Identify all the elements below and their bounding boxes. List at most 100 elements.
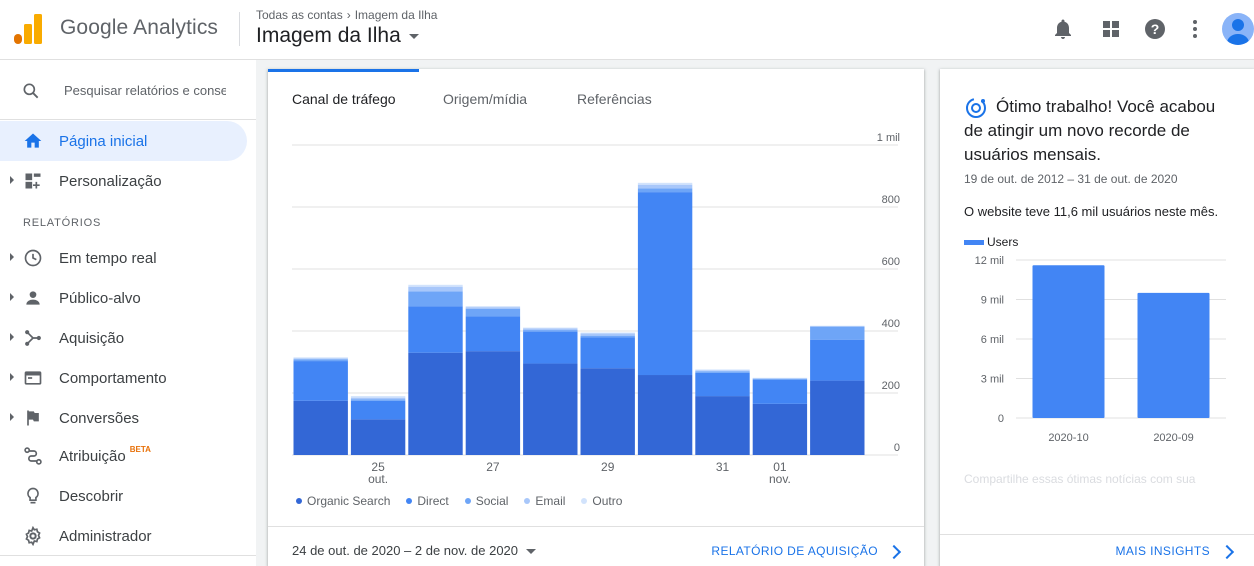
tab-traffic-channel[interactable]: Canal de tráfego: [292, 91, 396, 107]
y-tick-label: 12 mil: [975, 255, 1004, 267]
bar-segment-email[interactable]: [293, 358, 348, 360]
chevron-right-icon[interactable]: [886, 544, 902, 560]
more-vert-icon[interactable]: [1183, 17, 1207, 41]
bar-segment-direct[interactable]: [408, 306, 463, 353]
google-analytics-logo[interactable]: [14, 14, 42, 44]
bar-segment-social[interactable]: [810, 326, 865, 340]
bar-segment-email[interactable]: [350, 397, 406, 400]
bar-segment-social[interactable]: [637, 188, 693, 193]
help-icon[interactable]: ?: [1143, 17, 1167, 41]
legend-item[interactable]: Direct: [406, 494, 449, 508]
tab-referrals[interactable]: Referências: [577, 91, 652, 107]
breadcrumb-accounts[interactable]: Todas as contas: [256, 8, 343, 22]
bar-segment-direct[interactable]: [580, 337, 635, 369]
sidebar-item-label: Página inicial: [59, 133, 148, 150]
bar-segment-organic-search[interactable]: [580, 368, 635, 455]
sidebar-item-audience[interactable]: Público-alvo: [0, 278, 248, 318]
sidebar-item-attribution[interactable]: Atribuição BETA: [0, 436, 248, 476]
sidebar-item-behavior[interactable]: Comportamento: [0, 358, 248, 398]
bar-segment-social[interactable]: [580, 335, 635, 338]
tab-source-medium[interactable]: Origem/mídia: [443, 91, 527, 107]
sidebar-item-admin[interactable]: Administrador: [0, 516, 248, 556]
breadcrumb-property[interactable]: Imagem da Ilha: [355, 8, 438, 22]
bar-segment-outro[interactable]: [695, 369, 750, 371]
active-tab-indicator: [268, 69, 419, 72]
acquisition-icon: [25, 330, 41, 346]
chevron-right-icon[interactable]: [1219, 544, 1235, 560]
bar-segment-direct[interactable]: [465, 316, 521, 352]
expand-arrow-icon: [10, 333, 14, 341]
bar-segment-social[interactable]: [293, 359, 348, 362]
legend-item[interactable]: Organic Search: [296, 494, 390, 508]
sidebar-item-customization[interactable]: Personalização: [0, 161, 248, 201]
bar-segment-organic-search[interactable]: [637, 375, 693, 455]
bar-segment-outro[interactable]: [637, 182, 693, 185]
bar-segment-direct[interactable]: [293, 361, 348, 401]
bar-segment-outro[interactable]: [580, 332, 635, 334]
bar-segment-organic-search[interactable]: [810, 380, 865, 455]
bar-segment-email[interactable]: [637, 184, 693, 189]
breadcrumb-separator-icon: ›: [346, 8, 351, 22]
bar-segment-social[interactable]: [350, 399, 406, 401]
bar-segment-organic-search[interactable]: [695, 396, 750, 455]
more-insights-link[interactable]: MAIS INSIGHTS: [1115, 544, 1210, 558]
bar-segment-organic-search[interactable]: [293, 400, 348, 455]
date-range-selector[interactable]: 24 de out. de 2020 – 2 de nov. de 2020: [292, 543, 537, 558]
breadcrumb[interactable]: Todas as contas › Imagem da Ilha: [256, 8, 437, 22]
bar-segment-organic-search[interactable]: [523, 363, 578, 455]
bar-segment-outro[interactable]: [523, 327, 578, 329]
bar-segment-organic-search[interactable]: [408, 352, 463, 455]
sidebar-item-conversions[interactable]: Conversões: [0, 398, 248, 438]
bar-segment-organic-search[interactable]: [350, 419, 406, 455]
bar-segment-direct[interactable]: [810, 339, 865, 381]
bar-segment-direct[interactable]: [637, 192, 693, 376]
bar-segment-email[interactable]: [580, 333, 635, 336]
bar-segment-email[interactable]: [695, 370, 750, 372]
bar-segment-direct[interactable]: [523, 331, 578, 364]
bar-segment-direct[interactable]: [350, 400, 406, 420]
apps-grid-icon[interactable]: [1099, 17, 1123, 41]
bar-segment-email[interactable]: [810, 326, 865, 327]
sidebar-item-discover[interactable]: Descobrir: [0, 476, 248, 516]
sidebar-item-label: Em tempo real: [59, 250, 157, 267]
bar-segment-social[interactable]: [408, 291, 463, 307]
bar-segment-outro[interactable]: [350, 396, 406, 398]
account-avatar[interactable]: [1222, 13, 1254, 45]
bar-segment-outro[interactable]: [408, 284, 463, 287]
behavior-icon: [24, 371, 42, 385]
bar-segment-direct[interactable]: [752, 379, 808, 404]
bar-segment-outro[interactable]: [465, 306, 521, 308]
svg-text:?: ?: [1151, 21, 1160, 37]
sidebar-item-realtime[interactable]: Em tempo real: [0, 238, 248, 278]
bar-users[interactable]: [1032, 265, 1105, 418]
bar-segment-email[interactable]: [523, 328, 578, 331]
property-selector[interactable]: Imagem da Ilha: [256, 24, 419, 48]
legend-item[interactable]: Social: [464, 494, 508, 508]
date-range-text: 24 de out. de 2020 – 2 de nov. de 2020: [292, 543, 519, 558]
bar-segment-email[interactable]: [408, 286, 463, 292]
legend-item[interactable]: Email: [524, 494, 565, 508]
bar-segment-outro[interactable]: [293, 357, 348, 359]
expand-arrow-icon: [10, 373, 14, 381]
acquisition-report-link[interactable]: RELATÓRIO DE AQUISIÇÃO: [711, 544, 878, 558]
search-input[interactable]: Pesquisar relatórios e conse: [64, 83, 226, 98]
bar-segment-direct[interactable]: [695, 372, 750, 397]
bar-segment-email[interactable]: [465, 307, 521, 309]
sidebar-item-label: Conversões: [59, 410, 140, 427]
legend-item[interactable]: Outro: [581, 494, 622, 508]
bar-segment-social[interactable]: [695, 371, 750, 373]
notifications-bell-icon[interactable]: [1051, 17, 1075, 41]
bar-segment-social[interactable]: [523, 330, 578, 332]
sidebar-search[interactable]: Pesquisar relatórios e conse: [0, 60, 256, 120]
flag-icon: [27, 410, 39, 426]
legend-dot-icon: [464, 498, 471, 504]
sidebar-item-home[interactable]: Página inicial: [0, 121, 247, 161]
sidebar-item-acquisition[interactable]: Aquisição: [0, 318, 248, 358]
bar-segment-email[interactable]: [752, 378, 808, 379]
bar-segment-organic-search[interactable]: [465, 351, 521, 455]
sidebar-item-label: Personalização: [59, 173, 162, 190]
bar-segment-organic-search[interactable]: [752, 403, 808, 455]
bar-users[interactable]: [1137, 292, 1210, 418]
bar-segment-social[interactable]: [752, 378, 808, 380]
bar-segment-social[interactable]: [465, 308, 521, 317]
